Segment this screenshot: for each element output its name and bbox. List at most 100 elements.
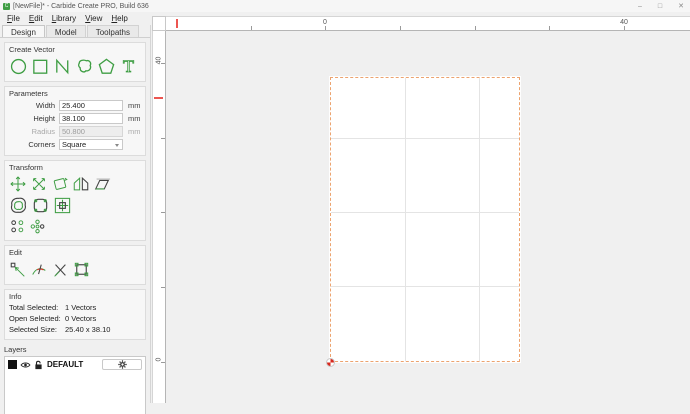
- menu-edit[interactable]: Edit: [26, 14, 49, 23]
- tab-design[interactable]: Design: [2, 25, 45, 37]
- layers-section: Layers DEFAULT: [4, 345, 146, 414]
- menu-library[interactable]: Library: [49, 14, 82, 23]
- rotate-icon: [53, 177, 68, 190]
- radius-unit: mm: [128, 127, 141, 136]
- tool-rectangle[interactable]: [31, 57, 50, 76]
- mirror-icon: [73, 176, 89, 191]
- left-panel: Design Model Toolpaths Create Vector T P…: [0, 25, 151, 414]
- circle-icon: [10, 58, 27, 75]
- selected-size-value: 25.40 x 38.10: [65, 325, 111, 334]
- canvas-workspace: 0 40 40 0: [152, 16, 690, 403]
- move-icon: [10, 176, 26, 192]
- design-canvas[interactable]: [166, 31, 690, 403]
- app-window: C [NewFile]* - Carbide Create PRO, Build…: [0, 0, 690, 414]
- tool-scale[interactable]: [30, 175, 48, 193]
- selected-size-label: Selected Size:: [9, 325, 57, 334]
- fillet-corners-icon: [33, 198, 48, 213]
- menu-file[interactable]: File: [4, 14, 26, 23]
- grid-line: [331, 138, 519, 139]
- tool-node-edit[interactable]: [9, 261, 27, 279]
- tool-skew[interactable]: [93, 175, 111, 193]
- gear-icon: [117, 360, 127, 369]
- skew-icon: [94, 178, 111, 190]
- polyline-icon: [56, 58, 69, 75]
- edit-section: Edit: [4, 245, 146, 285]
- eye-icon[interactable]: [20, 361, 31, 369]
- info-title: Info: [9, 292, 22, 301]
- ruler-left-label-0: 0: [155, 357, 163, 362]
- text-icon: T: [123, 57, 135, 76]
- app-icon: C: [3, 2, 10, 10]
- info-section: Info Total Selected: 1 Vectors Open Sele…: [4, 289, 146, 340]
- corners-label: Corners: [28, 140, 55, 149]
- open-selected-value: 0 Vectors: [65, 314, 97, 323]
- tool-text[interactable]: T: [119, 57, 138, 76]
- parameters-title: Parameters: [9, 89, 48, 98]
- polygon-icon: [98, 58, 115, 74]
- cursor-position-marker-x: [176, 19, 178, 28]
- width-field[interactable]: [59, 100, 123, 111]
- tab-toolpaths[interactable]: Toolpaths: [86, 25, 139, 37]
- grid-line: [479, 78, 480, 361]
- selected-rectangle-vector[interactable]: [330, 77, 520, 362]
- tab-bar: Design Model Toolpaths: [0, 25, 150, 38]
- node-edit-icon: [10, 262, 25, 277]
- menu-bar: File Edit Library View Help: [0, 12, 152, 25]
- chevron-down-icon: [115, 144, 119, 147]
- width-label: Width: [35, 101, 55, 110]
- layer-settings-button[interactable]: [102, 359, 142, 370]
- total-selected-label: Total Selected:: [9, 303, 59, 312]
- parameters-section: Parameters Width mm Height mm Radius mm …: [4, 86, 146, 156]
- circular-array-icon: [30, 219, 45, 234]
- height-label: Height: [33, 114, 55, 123]
- tool-circle[interactable]: [9, 57, 28, 76]
- origin-marker: [326, 358, 335, 367]
- unlock-icon[interactable]: [34, 360, 43, 370]
- tool-rotate[interactable]: [51, 175, 69, 193]
- title-bar: C [NewFile]* - Carbide Create PRO, Build…: [0, 0, 690, 12]
- tool-break-vectors[interactable]: [51, 261, 69, 279]
- total-selected-value: 1 Vectors: [65, 303, 97, 312]
- tool-align[interactable]: [53, 196, 72, 215]
- create-vector-title: Create Vector: [9, 45, 55, 54]
- menu-view[interactable]: View: [82, 14, 108, 23]
- boolean-operations-icon: [74, 262, 89, 277]
- ruler-left: 40 0: [152, 31, 166, 403]
- minimize-button[interactable]: –: [638, 3, 642, 10]
- menu-help[interactable]: Help: [108, 14, 133, 23]
- ruler-top: 0 40: [166, 16, 690, 31]
- curve-icon: [77, 59, 92, 73]
- tool-boolean-operations[interactable]: [72, 260, 91, 279]
- tool-polyline[interactable]: [53, 57, 72, 76]
- layers-list: DEFAULT: [4, 356, 146, 414]
- tool-fillet-corners[interactable]: [31, 196, 50, 215]
- create-vector-section: Create Vector T: [4, 42, 146, 82]
- offset-icon: [10, 197, 26, 213]
- tool-move[interactable]: [9, 175, 27, 193]
- grid-line: [331, 286, 519, 287]
- ruler-top-label-40: 40: [620, 19, 628, 26]
- maximize-button[interactable]: □: [658, 3, 662, 10]
- layer-color-swatch[interactable]: [8, 360, 17, 369]
- close-button[interactable]: ✕: [678, 2, 684, 10]
- width-unit: mm: [128, 101, 141, 110]
- tool-curve[interactable]: [75, 57, 94, 76]
- tool-mirror[interactable]: [72, 175, 90, 193]
- height-unit: mm: [128, 114, 141, 123]
- tab-model[interactable]: Model: [45, 25, 86, 37]
- layer-row-default[interactable]: DEFAULT: [5, 357, 145, 372]
- edit-title: Edit: [9, 248, 22, 257]
- trim-vectors-icon: [32, 263, 46, 275]
- ruler-left-label-40: 40: [155, 56, 163, 65]
- layer-name: DEFAULT: [47, 360, 84, 369]
- tool-circular-array[interactable]: [29, 218, 46, 235]
- tool-polygon[interactable]: [97, 57, 116, 76]
- tool-trim-vectors[interactable]: [30, 261, 48, 279]
- corners-value: Square: [62, 140, 87, 149]
- tool-offset[interactable]: [9, 196, 28, 215]
- grid-array-icon: [11, 220, 24, 233]
- corners-select[interactable]: Square: [59, 139, 123, 150]
- align-icon: [54, 197, 71, 214]
- tool-grid-array[interactable]: [9, 218, 26, 235]
- height-field[interactable]: [59, 113, 123, 124]
